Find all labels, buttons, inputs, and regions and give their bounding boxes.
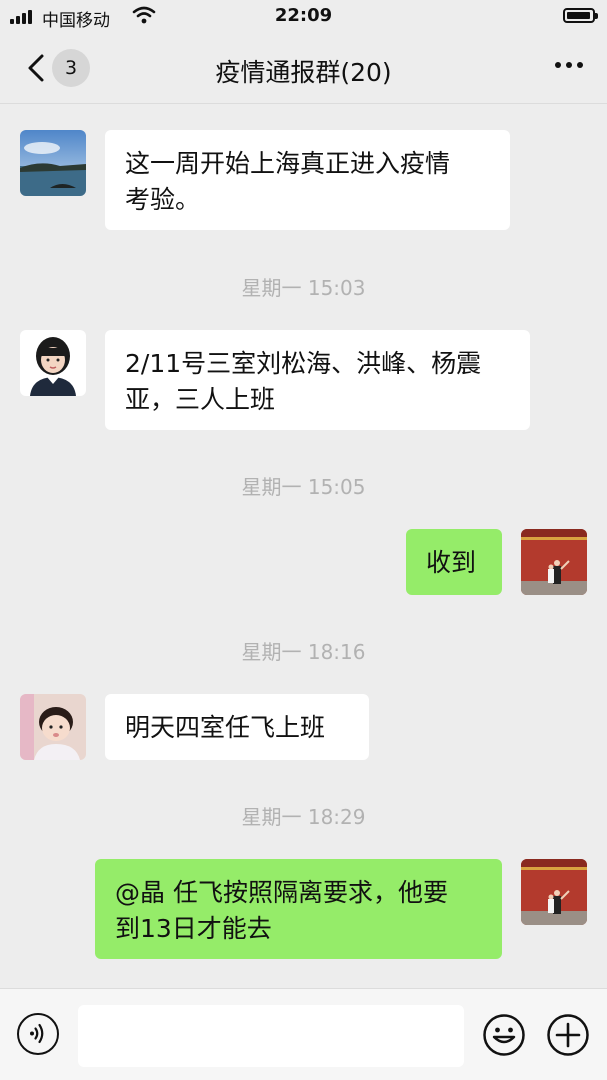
voice-input-button[interactable] bbox=[17, 1013, 59, 1055]
baby-photo-avatar bbox=[20, 694, 86, 760]
message-text-line: 明天四室任飞上班 bbox=[125, 713, 326, 742]
message-text-line: 到13日才能去 bbox=[115, 914, 272, 943]
avatar[interactable] bbox=[20, 130, 86, 196]
message-bubble-outgoing[interactable]: 收到 bbox=[406, 529, 502, 595]
message-bubble-outgoing[interactable]: @晶 任飞按照隔离要求，他要 到13日才能去 bbox=[95, 859, 502, 959]
emoji-icon[interactable] bbox=[482, 1013, 526, 1057]
voice-icon bbox=[30, 1023, 44, 1044]
message-timestamp: 星期一 15:03 bbox=[241, 276, 366, 300]
girl-portrait-avatar bbox=[20, 330, 86, 396]
message-timestamp: 星期一 18:16 bbox=[241, 640, 366, 664]
message-bubble-incoming[interactable]: 2/11号三室刘松海、洪峰、杨震 亚，三人上班 bbox=[105, 330, 530, 430]
avatar[interactable] bbox=[20, 330, 86, 396]
message-text-line: 收到 bbox=[426, 548, 477, 577]
status-bar: 中国移动 22:09 bbox=[0, 0, 607, 34]
red-wall-photo-avatar bbox=[521, 529, 587, 595]
message-text-line: @晶 任飞按照隔离要求，他要 bbox=[115, 878, 448, 907]
landscape-photo-avatar bbox=[20, 130, 86, 196]
chat-title: 疫情通报群(20) bbox=[215, 58, 392, 87]
message-timestamp: 星期一 15:05 bbox=[241, 475, 366, 499]
message-bubble-incoming[interactable]: 这一周开始上海真正进入疫情 考验。 bbox=[105, 130, 510, 230]
avatar[interactable] bbox=[521, 859, 587, 925]
message-input[interactable] bbox=[78, 1005, 464, 1067]
message-timestamp: 星期一 18:29 bbox=[241, 805, 366, 829]
message-text-line: 2/11号三室刘松海、洪峰、杨震 bbox=[125, 349, 482, 378]
red-wall-photo-avatar bbox=[521, 859, 587, 925]
message-text-line: 亚，三人上班 bbox=[125, 385, 276, 414]
input-bar bbox=[0, 988, 607, 1080]
more-options-icon[interactable] bbox=[543, 62, 583, 74]
message-text-line: 考验。 bbox=[125, 185, 201, 214]
avatar[interactable] bbox=[521, 529, 587, 595]
message-text-line: 这一周开始上海真正进入疫情 bbox=[125, 149, 451, 178]
avatar[interactable] bbox=[20, 694, 86, 760]
plus-icon[interactable] bbox=[546, 1013, 590, 1057]
message-bubble-incoming[interactable]: 明天四室任飞上班 bbox=[105, 694, 369, 760]
nav-bar: 3 疫情通报群(20) bbox=[0, 34, 607, 104]
clock: 22:09 bbox=[274, 5, 333, 26]
battery-icon bbox=[563, 8, 598, 23]
